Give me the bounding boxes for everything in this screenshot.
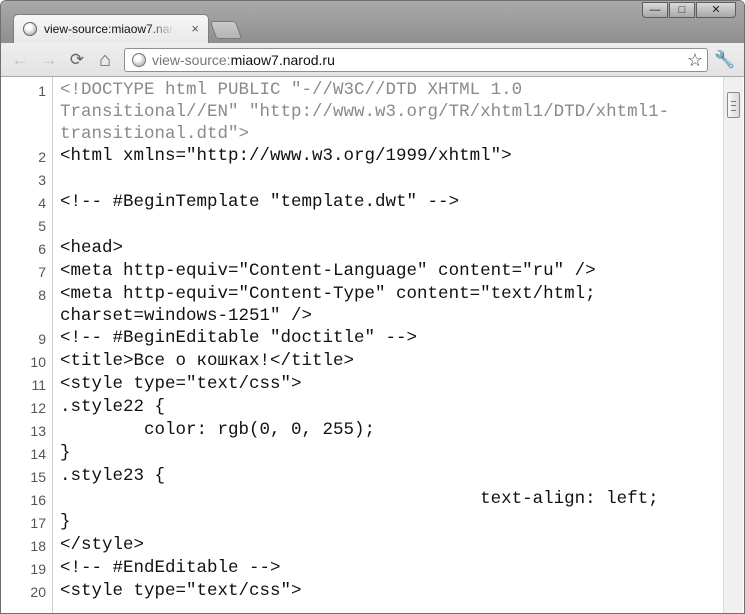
line-text: .style22 { <box>60 397 166 417</box>
line-text: <head> <box>60 238 124 258</box>
line-number: 6 <box>38 241 46 257</box>
source-line: 9 <!-- #BeginEditable "doctitle" --> <box>1 327 723 350</box>
line-text: <!DOCTYPE html PUBLIC "-//W3C//DTD XHTML… <box>60 80 670 144</box>
title-bar: view-source:miaow7.narod.ru × — □ ✕ <box>1 1 744 43</box>
vertical-scrollbar[interactable] <box>723 77 743 613</box>
url-prefix: view-source: <box>152 52 231 68</box>
line-number: 3 <box>38 172 46 188</box>
source-line: 3 <box>1 168 723 191</box>
line-number: 8 <box>38 287 46 303</box>
tab-close-button[interactable]: × <box>191 21 199 37</box>
tab-title: view-source:miaow7.narod.ru <box>44 22 174 36</box>
line-text: <!-- #BeginTemplate "template.dwt" --> <box>60 192 460 212</box>
line-number: 18 <box>30 538 46 554</box>
new-tab-button[interactable] <box>209 21 243 39</box>
wrench-menu-icon[interactable]: 🔧 <box>714 50 735 70</box>
line-number: 13 <box>30 423 46 439</box>
line-text: text-align: left; <box>60 489 659 509</box>
source-line: 4 <!-- #BeginTemplate "template.dwt" --> <box>1 191 723 214</box>
line-number: 20 <box>30 584 46 600</box>
address-bar[interactable]: view-source:miaow7.narod.ru ☆ <box>124 48 708 72</box>
source-line: 16 text-align: left; <box>1 488 723 511</box>
view-source-content: 1 <!DOCTYPE html PUBLIC "-//W3C//DTD XHTM… <box>1 77 744 613</box>
line-text <box>60 214 710 237</box>
line-number: 19 <box>30 561 46 577</box>
source-line: 19 <!-- #EndEditable --> <box>1 557 723 580</box>
line-number: 10 <box>30 354 46 370</box>
navigation-toolbar: ← → ⟳ ⌂ view-source:miaow7.narod.ru ☆ 🔧 <box>1 43 744 77</box>
line-text: <html xmlns="http://www.w3.org/1999/xhtm… <box>60 146 512 166</box>
close-window-button[interactable]: ✕ <box>696 2 736 18</box>
window-controls: — □ ✕ <box>641 2 736 18</box>
line-text: <title>Все о кошках!</title> <box>60 351 355 371</box>
url-host: miaow7.narod.ru <box>230 52 335 68</box>
home-button[interactable]: ⌂ <box>95 50 115 70</box>
line-text: } <box>60 512 71 532</box>
line-text: <meta http-equiv="Content-Language" cont… <box>60 261 596 281</box>
reload-button[interactable]: ⟳ <box>67 50 87 70</box>
source-line: 17} <box>1 511 723 534</box>
source-line: 20 <style type="text/css"> <box>1 580 723 603</box>
line-text: <style type="text/css"> <box>60 374 302 394</box>
line-text: <meta http-equiv="Content-Type" content=… <box>60 284 607 326</box>
line-text: .style23 { <box>60 466 166 486</box>
line-text: <style type="text/css"> <box>60 581 302 601</box>
address-text[interactable]: view-source:miaow7.narod.ru <box>152 52 335 68</box>
line-text: <!-- #BeginEditable "doctitle" --> <box>60 328 418 348</box>
line-number: 16 <box>30 492 46 508</box>
globe-icon <box>132 53 146 67</box>
source-line: 18 </style> <box>1 534 723 557</box>
line-text <box>60 168 710 191</box>
globe-icon <box>23 22 37 36</box>
source-line: 8 <meta http-equiv="Content-Type" content… <box>1 283 723 327</box>
line-text: } <box>60 443 71 463</box>
source-line: 11 <style type="text/css"> <box>1 373 723 396</box>
line-number: 12 <box>30 400 46 416</box>
grip-icon <box>731 101 736 111</box>
source-line: 7 <meta http-equiv="Content-Language" con… <box>1 260 723 283</box>
browser-window: view-source:miaow7.narod.ru × — □ ✕ ← → … <box>0 0 745 614</box>
line-number: 1 <box>38 83 46 99</box>
bookmark-star-icon[interactable]: ☆ <box>687 49 703 71</box>
line-number: 14 <box>30 446 46 462</box>
active-tab[interactable]: view-source:miaow7.narod.ru × <box>13 14 209 43</box>
source-line: 5 <box>1 214 723 237</box>
source-line: 2 <html xmlns="http://www.w3.org/1999/xht… <box>1 145 723 168</box>
line-number: 2 <box>38 149 46 165</box>
source-line: 12 .style22 { <box>1 396 723 419</box>
line-number: 5 <box>38 218 46 234</box>
line-text: color: rgb(0, 0, 255); <box>60 420 376 440</box>
source-line: 1 <!DOCTYPE html PUBLIC "-//W3C//DTD XHTM… <box>1 79 723 145</box>
maximize-button[interactable]: □ <box>669 2 695 18</box>
minimize-button[interactable]: — <box>642 2 668 18</box>
source-code: 1 <!DOCTYPE html PUBLIC "-//W3C//DTD XHTM… <box>1 79 723 603</box>
line-text: <!-- #EndEditable --> <box>60 558 281 578</box>
back-button[interactable]: ← <box>10 50 30 70</box>
source-line: 6 <head> <box>1 237 723 260</box>
line-number: 11 <box>31 377 46 393</box>
source-line: 10 <title>Все о кошках!</title> <box>1 350 723 373</box>
line-number: 9 <box>38 331 46 347</box>
forward-button[interactable]: → <box>39 50 59 70</box>
line-number: 17 <box>30 515 46 531</box>
line-number: 7 <box>38 264 46 280</box>
line-text: </style> <box>60 535 145 555</box>
source-line: 14} <box>1 442 723 465</box>
source-line: 13 color: rgb(0, 0, 255); <box>1 419 723 442</box>
source-line: 15 .style23 { <box>1 465 723 488</box>
line-number: 4 <box>38 195 46 211</box>
scrollbar-thumb[interactable] <box>727 92 740 118</box>
line-number: 15 <box>30 469 46 485</box>
